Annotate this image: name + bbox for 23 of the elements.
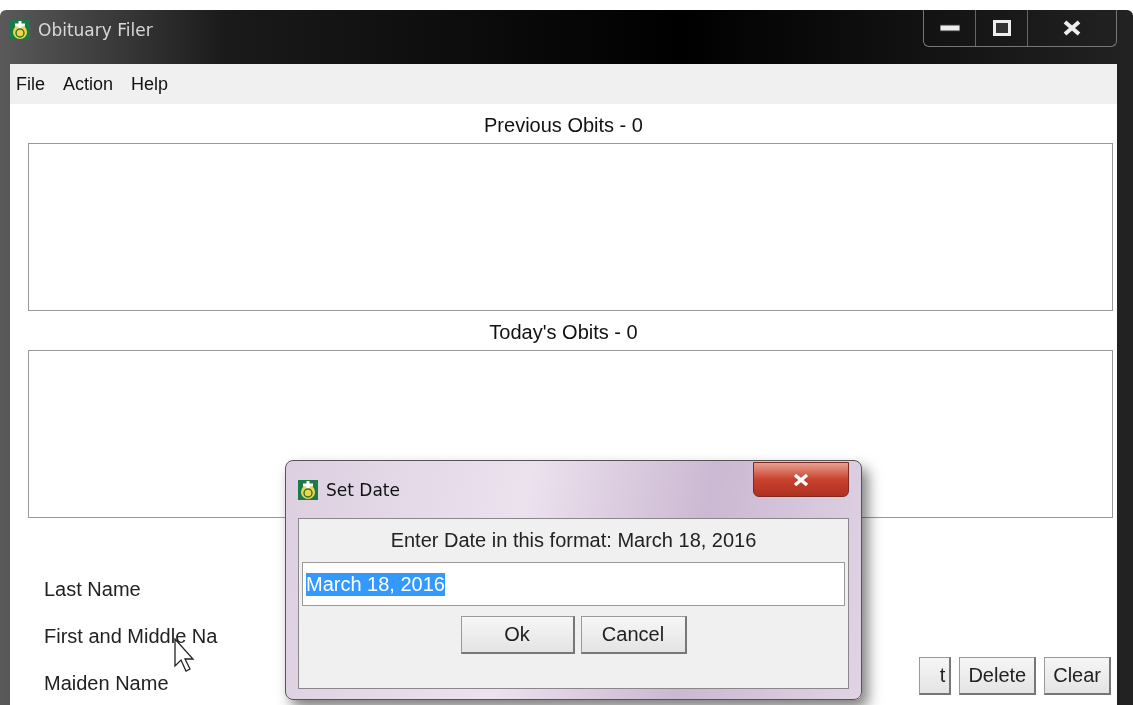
dialog-icon bbox=[298, 479, 318, 500]
dialog-button[interactable]: Cancel bbox=[580, 616, 687, 654]
app-icon bbox=[10, 20, 30, 40]
list-heading: Today's Obits - 0 bbox=[488, 321, 639, 344]
close-button[interactable] bbox=[753, 462, 849, 497]
field-label: Maiden Name bbox=[44, 672, 170, 695]
close-icon bbox=[792, 472, 810, 487]
menu-item[interactable]: Action bbox=[61, 73, 116, 95]
dialog-button[interactable]: Ok bbox=[460, 616, 575, 654]
dialog-title: Set Date bbox=[326, 479, 400, 500]
minimize-icon bbox=[939, 24, 960, 32]
window-title: Obituary Filer bbox=[38, 20, 153, 40]
action-button[interactable]: Delete bbox=[959, 657, 1037, 695]
close-icon bbox=[1063, 20, 1081, 36]
menu-item[interactable]: File bbox=[14, 73, 47, 95]
maximize-icon bbox=[992, 20, 1011, 36]
field-label: Last Name bbox=[44, 578, 142, 601]
form-button[interactable]: t bbox=[918, 657, 952, 695]
field-label: First and Middle Na bbox=[44, 625, 218, 648]
menu-item[interactable]: Help bbox=[129, 73, 171, 95]
action-button[interactable]: Clear bbox=[1044, 657, 1111, 695]
list-heading: Previous Obits - 0 bbox=[483, 114, 644, 137]
date-prompt: Enter Date in this format: March 18, 2016 bbox=[389, 528, 758, 553]
